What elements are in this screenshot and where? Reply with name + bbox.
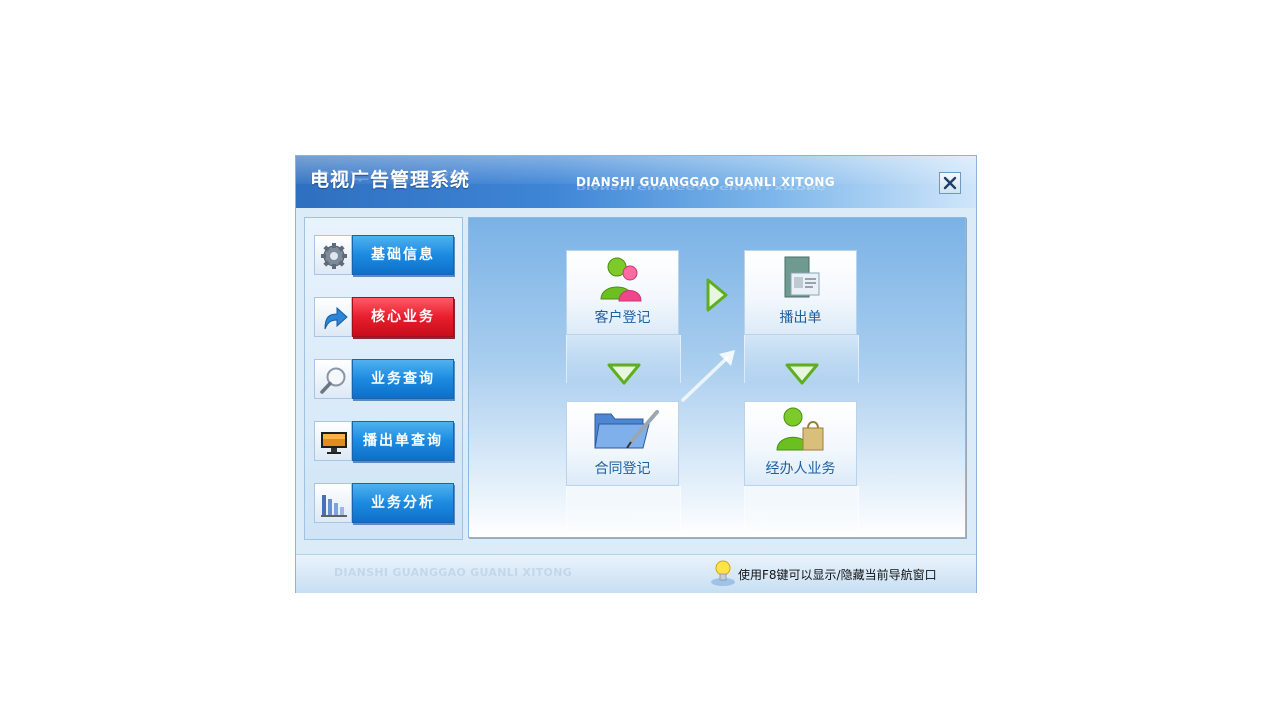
tile-reflection bbox=[566, 486, 681, 534]
close-icon bbox=[943, 176, 957, 190]
nav-icon-box bbox=[314, 359, 352, 399]
nav-broadcast-query[interactable]: 播出单查询 bbox=[314, 421, 455, 463]
nav-icon-box bbox=[314, 421, 352, 461]
tile-reflection bbox=[744, 486, 859, 534]
tile-broadcast-list[interactable]: 播出单 bbox=[744, 250, 857, 335]
user-bag-icon bbox=[776, 407, 824, 451]
arrow-down-icon bbox=[607, 363, 641, 385]
tile-label: 合同登记 bbox=[594, 461, 651, 477]
workflow-panel: 客户登记 播出单 合同登记 经办人业务 bbox=[468, 217, 966, 538]
users-icon bbox=[600, 257, 642, 302]
lightbulb-icon bbox=[711, 560, 735, 586]
nav-label: 业务查询 bbox=[352, 359, 454, 399]
nav-icon-box bbox=[314, 483, 352, 523]
status-hint: 使用F8键可以显示/隐藏当前导航窗口 bbox=[738, 568, 937, 582]
nav-basic-info[interactable]: 基础信息 bbox=[314, 235, 455, 277]
status-watermark: DIANSHI GUANGGAO GUANLI XITONG bbox=[334, 566, 573, 579]
nav-business-query[interactable]: 业务查询 bbox=[314, 359, 455, 401]
arrow-right-icon bbox=[706, 278, 728, 312]
nav-core-business[interactable]: 核心业务 bbox=[314, 297, 455, 339]
app-title-reflection: 电视广告管理系统 bbox=[310, 169, 471, 182]
nav-label: 核心业务 bbox=[352, 297, 454, 337]
monitor-icon bbox=[321, 432, 347, 454]
gear-icon bbox=[321, 243, 347, 269]
arrow-diagonal-icon bbox=[681, 350, 735, 402]
status-bar: DIANSHI GUANGGAO GUANLI XITONG 使用F8键可以显示… bbox=[296, 554, 976, 593]
tile-label: 播出单 bbox=[779, 310, 822, 326]
nav-label: 播出单查询 bbox=[352, 421, 454, 461]
sidebar: 基础信息 核心业务 业务查询 播出单查询 业务分析 bbox=[304, 217, 463, 540]
nav-icon-box bbox=[314, 235, 352, 275]
title-bar: 电视广告管理系统 电视广告管理系统 DIANSHI GUANGGAO GUANL… bbox=[296, 156, 976, 208]
nav-label: 基础信息 bbox=[352, 235, 454, 275]
close-button[interactable] bbox=[939, 172, 961, 194]
nav-label: 业务分析 bbox=[352, 483, 454, 523]
nav-icon-box bbox=[314, 297, 352, 337]
arrow-down-icon bbox=[785, 363, 819, 385]
tile-customer-register[interactable]: 客户登记 bbox=[566, 250, 679, 335]
nav-business-analysis[interactable]: 业务分析 bbox=[314, 483, 455, 525]
main-window: 电视广告管理系统 电视广告管理系统 DIANSHI GUANGGAO GUANL… bbox=[295, 155, 977, 593]
curved-arrow-icon bbox=[324, 306, 348, 330]
folder-pen-icon bbox=[594, 410, 659, 449]
tile-label: 客户登记 bbox=[594, 310, 651, 326]
magnifier-icon bbox=[320, 367, 346, 394]
document-card-icon bbox=[784, 256, 820, 298]
tile-contract-register[interactable]: 合同登记 bbox=[566, 401, 679, 486]
app-subtitle-reflection: DIANSHI GUANGGAO GUANLI XITONG bbox=[576, 184, 826, 191]
bar-chart-icon bbox=[321, 495, 347, 517]
tile-label: 经办人业务 bbox=[765, 461, 836, 477]
tile-agent-business[interactable]: 经办人业务 bbox=[744, 401, 857, 486]
